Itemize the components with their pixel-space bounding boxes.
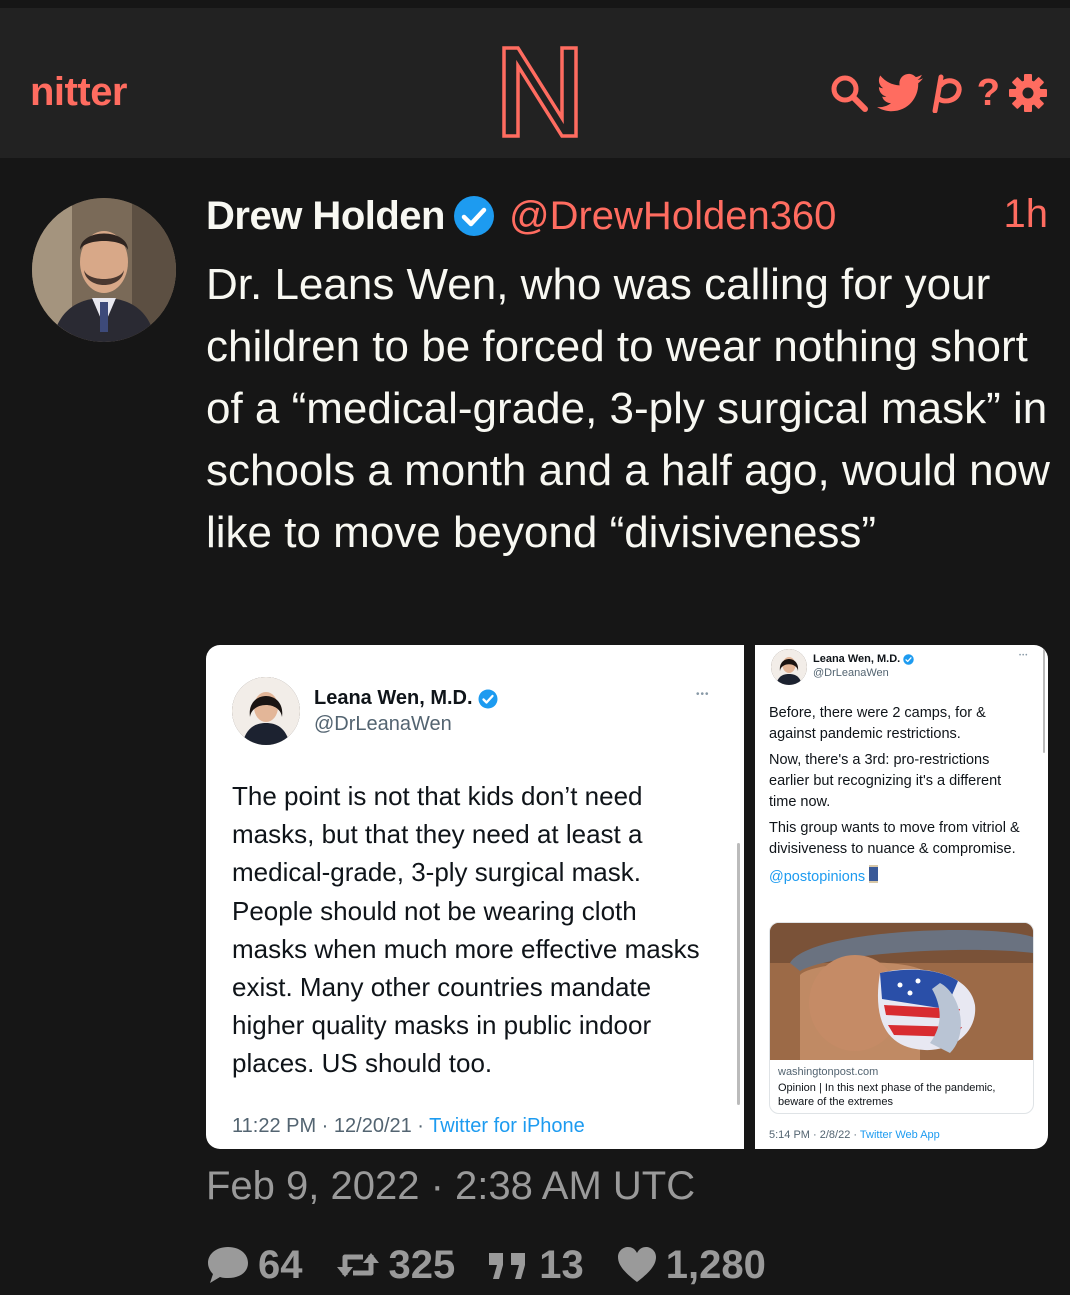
twitter-bird-icon[interactable] [876,70,923,116]
more-options-icon: ••• [696,689,710,700]
embedded-name: Leana Wen, M.D. [813,653,914,665]
author-username[interactable]: @DrewHolden360 [509,194,836,239]
embedded-handle: @DrLeanaWen [813,667,889,679]
mention-link: @postopinions [769,869,866,885]
attachment-image-2[interactable]: Leana Wen, M.D. @DrLeanaWen ••• Before, … [755,645,1048,1149]
retweets-stat[interactable]: 325 [335,1242,456,1288]
retweets-count: 325 [388,1242,456,1287]
quotes-stat[interactable]: 13 [487,1243,584,1288]
rss-icon[interactable] [931,70,969,116]
embedded-name: Leana Wen, M.D. [314,687,498,710]
heart-icon [617,1247,656,1282]
tweet-paragraph: Before, there were 2 camps, for & agains… [769,705,986,742]
tweet-paragraph: Now, there's a 3rd: pro-restrictions ear… [769,752,1002,810]
comment-icon [208,1247,248,1283]
link-card-title: Opinion | In this next phase of the pand… [778,1082,996,1108]
tweet-link-paragraph: @postopinions [769,865,1031,888]
search-icon[interactable] [829,70,869,116]
nav-icons: ? [829,68,1048,118]
quotes-count: 13 [539,1242,584,1287]
embedded-tweet-text: The point is not that kids don’t need ma… [232,781,700,1079]
retweet-icon [336,1253,379,1277]
more-options-icon: ••• [1019,653,1029,659]
embedded-tweet-text: Before, there were 2 camps, for & agains… [769,703,1031,893]
verified-badge-icon [478,689,498,708]
link-card-image [770,923,1033,1060]
help-icon[interactable]: ? [977,70,1000,116]
tweet-time[interactable]: 1h [1004,192,1049,237]
author-fullname[interactable]: Drew Holden [206,194,445,239]
tweet-header: Drew Holden @DrewHolden360 [206,192,1048,240]
navbar: nitter ? [0,8,1070,158]
attachment-image-1[interactable]: Leana Wen, M.D. @DrLeanaWen ••• The poin… [206,645,744,1149]
nitter-brand-link[interactable]: nitter [30,70,128,115]
embedded-handle: @DrLeanaWen [314,713,452,735]
embedded-meta: 5:14 PM · 2/8/22 · Twitter Web App [769,1129,940,1141]
tweet-text: Dr. Leans Wen, who was calling for your … [206,260,1050,557]
embedded-meta: 11:22 PM · 12/20/21 · Twitter for iPhone [232,1115,585,1137]
replies-count: 64 [258,1242,303,1287]
replies-stat[interactable]: 64 [206,1243,303,1288]
likes-stat[interactable]: 1,280 [616,1243,766,1288]
thread-icon [869,865,879,883]
embedded-avatar [771,649,807,685]
link-card: washingtonpost.com Opinion | In this nex… [769,922,1034,1114]
scrollbar [737,843,740,1105]
tweet-date[interactable]: Feb 9, 2022 · 2:38 AM UTC [206,1164,695,1209]
tweet-paragraph: This group wants to move from vitriol & … [769,820,1020,857]
gear-icon[interactable] [1008,70,1048,116]
verified-badge-icon [453,196,494,236]
link-card-domain: washingtonpost.com [778,1066,879,1078]
quote-icon [489,1253,526,1279]
likes-count: 1,280 [665,1242,766,1287]
embedded-avatar [232,677,300,745]
author-avatar[interactable] [32,198,176,342]
verified-badge-icon [903,653,914,665]
scrollbar [1043,649,1045,753]
tweet-stats: 64 325 13 1,280 [206,1242,798,1288]
nitter-logo-icon[interactable] [500,44,580,140]
